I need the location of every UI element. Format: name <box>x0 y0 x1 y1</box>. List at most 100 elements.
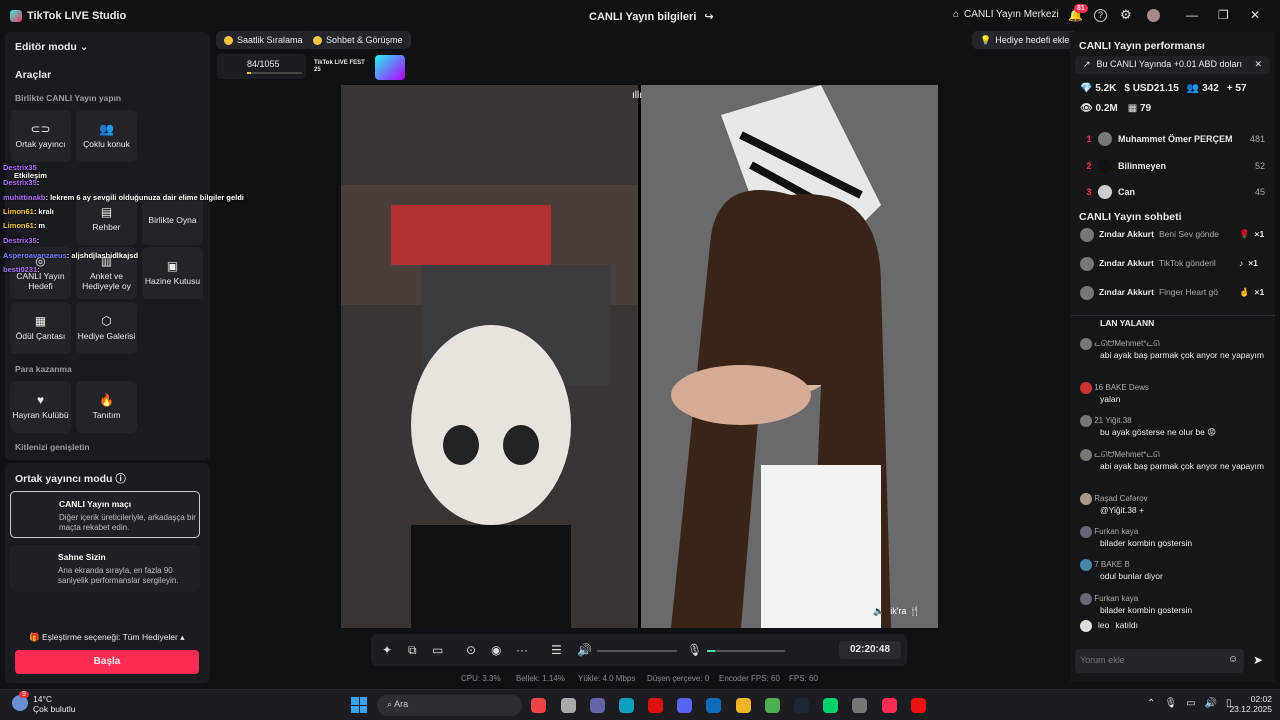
mic-slider[interactable] <box>707 650 785 652</box>
expand-audience-title: Kitlenizi genişletin <box>15 442 90 452</box>
tile-fan-club[interactable]: ♥ Hayran Kulübü <box>10 381 71 433</box>
editor-mode-dropdown[interactable]: Editör modu ⌄ <box>15 41 89 53</box>
minimize-icon[interactable]: — <box>1186 8 1198 22</box>
hourly-ranking-chip[interactable]: Saatlik Sıralama <box>216 31 311 49</box>
chest-icon: ▣ <box>166 258 179 273</box>
discord-icon[interactable] <box>677 698 692 713</box>
more-icon[interactable]: ··· <box>516 643 528 657</box>
tile-gift-gallery[interactable]: ⬡ Hediye Galerisi <box>76 302 137 354</box>
chat-message: 7 BAKE Bodul bunlar diyor <box>1080 559 1265 582</box>
maximize-icon[interactable]: ❐ <box>1218 8 1229 22</box>
add-source-icon[interactable]: ⧉ <box>408 643 417 658</box>
chat-message: LAN YALANN <box>1100 318 1155 328</box>
search-icon: ⌕ <box>387 699 393 709</box>
volume-slider[interactable] <box>597 650 677 652</box>
tile-multi-guest[interactable]: 👥 Çoklu konuk <box>76 110 137 162</box>
avatar <box>1080 286 1094 300</box>
steam-icon[interactable] <box>794 698 809 713</box>
avatar <box>1080 593 1092 605</box>
send-icon[interactable]: ➤ <box>1253 653 1263 667</box>
start-button[interactable]: Başla <box>15 650 199 674</box>
stream-toolbar: ✦ ⧉ ▭ ⊙ ◉ ··· ☰ 🔊 🎙 02:20:48 <box>371 634 907 666</box>
live-fest-icon <box>375 55 405 80</box>
bulb-icon: 💡 <box>980 34 992 45</box>
monetize-section-title: Para kazanma <box>15 364 72 374</box>
comment-input[interactable] <box>1075 649 1215 671</box>
mic-icon[interactable]: 🎙 <box>687 643 702 657</box>
live-match-card[interactable]: CANLI Yayın maçı Diğer içerik üreticileri… <box>10 491 200 538</box>
chat-message: 21 Yiğit.38 bu ayak gösterse ne olur be 😡 <box>1080 415 1265 438</box>
outlook-icon[interactable] <box>706 698 721 713</box>
add-gift-goal-chip[interactable]: 💡 Hediye hedefi ekle <box>972 31 1078 49</box>
gift-message: Zındar Akkurt TikTok gönderil ♪ ×1 <box>1080 257 1265 271</box>
views-metric: 👁 0.2M <box>1080 103 1118 114</box>
comment-input-box[interactable]: ☺ <box>1075 649 1244 673</box>
tile-promote[interactable]: 🔥 Tanıtım <box>76 381 137 433</box>
goal-progress[interactable]: 84/1055 <box>217 54 306 79</box>
app-icon[interactable] <box>823 698 838 713</box>
help-icon[interactable]: ? <box>1094 9 1107 22</box>
avatar <box>1080 415 1092 427</box>
cohost-mode-title: Ortak yayıncı modu ⓘ <box>15 473 126 485</box>
opera-icon[interactable] <box>648 698 663 713</box>
clock[interactable]: 02:02 23.12.2025 <box>1228 694 1272 714</box>
ranking-row[interactable]: 2 Bilinmeyen 52 <box>1080 156 1265 176</box>
chrome-icon[interactable] <box>531 698 546 713</box>
chat-message: ᓚᘏᗢMehmet*ᓚᘏ abi ayak baş parmak çok anyo… <box>1080 449 1265 472</box>
share-icon[interactable]: ↪ <box>704 10 713 23</box>
teams-icon[interactable] <box>590 698 605 713</box>
avatar <box>1098 132 1112 146</box>
pairing-option-dropdown[interactable]: 🎁 Eşleştirme seçeneği: Tüm Hediyeler ▴ <box>29 632 185 643</box>
ranking-row[interactable]: 1 Muhammet Ömer PERÇEM 481 <box>1080 129 1265 149</box>
windows-start-icon[interactable] <box>351 697 367 713</box>
ranking-row[interactable]: 3 Can 45 <box>1080 182 1265 202</box>
diamond-metric: 💎 5.2K <box>1080 83 1117 94</box>
tiktok-studio-icon[interactable] <box>882 698 897 713</box>
stage-card[interactable]: Sahne Sizin Ana ekranda sırayla, en fazla… <box>10 545 200 592</box>
together-section-title: Birlikte CANLI Yayın yapın <box>15 93 122 103</box>
live-center-button[interactable]: ⌂ CANLI Yayın Merkezi <box>953 9 1059 20</box>
home-icon: ⌂ <box>953 9 960 20</box>
book-icon: ▤ <box>100 204 113 219</box>
avatar[interactable] <box>1147 9 1160 22</box>
settings-sliders-icon[interactable]: ☰ <box>551 643 562 657</box>
tiktok-logo-icon <box>10 10 22 22</box>
gift-icon: 🤞 <box>1238 287 1250 298</box>
record-icon[interactable]: ⊙ <box>466 643 476 657</box>
folder-icon[interactable] <box>736 698 751 713</box>
live-video-preview[interactable]: ıllı 🔈 ik'ra 🍴 <box>341 85 938 628</box>
chat-call-chip[interactable]: Sohbet & Görüşme <box>305 31 411 49</box>
taskbar: 9 14°C Çok bulutlu ⌕ Ara ⌃ 🎙 ▭ 🔊 ▯ 02:02 23.12… <box>0 689 1280 720</box>
stat-memory: Bellek: 1.14% <box>516 674 565 683</box>
chevron-down-icon: ⌄ <box>79 41 89 53</box>
chat-message: Raşad Cəfərov @Yiğit.38 + <box>1080 493 1265 516</box>
speaker-icon[interactable]: 🔈 <box>873 606 884 617</box>
window-title[interactable]: CANLI Yayın bilgileri <box>589 11 696 23</box>
emoji-icon[interactable]: ☺ <box>1228 654 1238 665</box>
network-icon: ▭ <box>1186 698 1196 709</box>
screen-icon[interactable]: ▭ <box>432 643 443 657</box>
terminal-icon[interactable] <box>561 698 576 713</box>
taskbar-search[interactable]: ⌕ Ara <box>377 695 522 716</box>
avatar <box>1080 228 1094 242</box>
close-icon[interactable]: ✕ <box>1254 59 1262 71</box>
weather-widget[interactable]: 14°C Çok bulutlu <box>33 694 76 714</box>
tile-treasure-box[interactable]: ▣ Hazine Kutusu <box>142 247 203 299</box>
volume-icon[interactable]: 🔊 <box>577 643 592 657</box>
info-icon[interactable]: ⓘ <box>115 473 126 485</box>
obs-icon[interactable] <box>852 698 867 713</box>
tile-reward-bag[interactable]: ▦ Ödül Çantası <box>10 302 71 354</box>
chrome-alt-icon[interactable] <box>765 698 780 713</box>
tile-cohost[interactable]: ⊂⊃ Ortak yayıncı <box>10 110 71 162</box>
close-icon[interactable]: ✕ <box>1250 8 1260 22</box>
magic-wand-icon[interactable]: ✦ <box>382 643 392 657</box>
gear-icon[interactable]: ⚙ <box>1120 7 1132 23</box>
stat-encoder-fps: Encoder FPS: 60 <box>719 674 780 683</box>
system-tray[interactable]: ⌃ 🎙 ▭ 🔊 ▯ <box>1147 698 1232 709</box>
avatar <box>1080 338 1092 350</box>
capture-icon[interactable]: ◉ <box>491 643 501 657</box>
tools-panel: Editör modu ⌄ Araçlar Birlikte CANLI Yay… <box>5 32 210 460</box>
edge-icon[interactable] <box>619 698 634 713</box>
youtube-icon[interactable] <box>911 698 926 713</box>
live-fest-badge[interactable]: TikTok LIVE FEST 25 <box>314 60 372 73</box>
